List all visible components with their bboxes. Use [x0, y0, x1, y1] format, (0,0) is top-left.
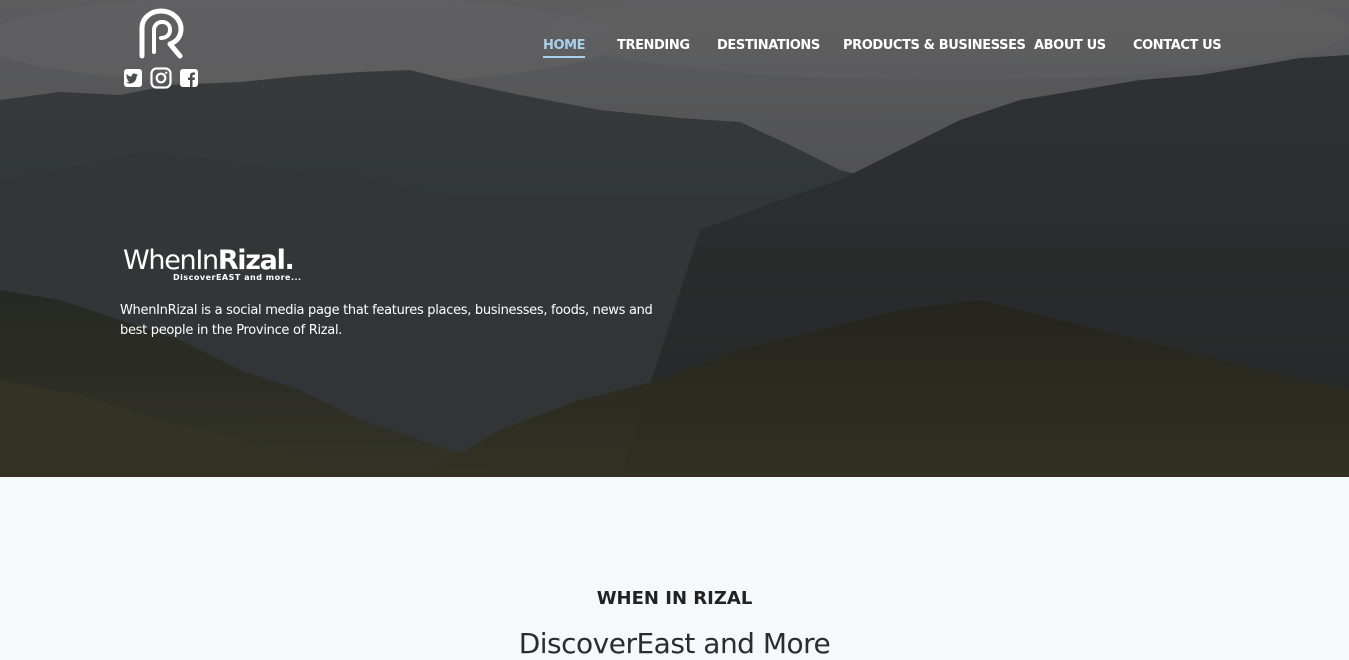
mountain-background-image — [0, 0, 1349, 477]
facebook-icon[interactable] — [179, 68, 199, 88]
instagram-icon[interactable] — [150, 67, 172, 89]
brand-tagline: DiscoverEAST and more... — [173, 273, 302, 282]
social-links — [123, 67, 199, 89]
nav-item-destinations[interactable]: DESTINATIONS — [717, 38, 820, 54]
brand-title: WhenInRizal. — [123, 245, 295, 276]
brand-title-bold: Rizal. — [217, 245, 295, 276]
hero-banner: HOME TRENDING DESTINATIONS PRODUCTS & BU… — [0, 0, 1349, 477]
brand-title-regular: WhenIn — [123, 245, 219, 276]
section-heading: WHEN IN RIZAL — [596, 588, 753, 609]
nav-item-home[interactable]: HOME — [543, 38, 586, 58]
brand-wordmark: WhenInRizal. DiscoverEAST and more... — [123, 245, 301, 283]
hero-description: WhenInRizal is a social media page that … — [120, 303, 653, 338]
twitter-icon[interactable] — [123, 68, 143, 88]
nav-item-trending[interactable]: TRENDING — [617, 38, 690, 54]
nav-item-contact-us[interactable]: CONTACT US — [1133, 38, 1222, 54]
nav-item-products-businesses[interactable]: PRODUCTS & BUSINESSES — [843, 38, 1026, 54]
nav-item-about-us[interactable]: ABOUT US — [1034, 38, 1106, 54]
intro-section: WHEN IN RIZAL DiscoverEast and More — [0, 477, 1349, 660]
rizal-r-logo-icon[interactable] — [134, 8, 188, 60]
section-subheading: DiscoverEast and More — [518, 627, 831, 660]
